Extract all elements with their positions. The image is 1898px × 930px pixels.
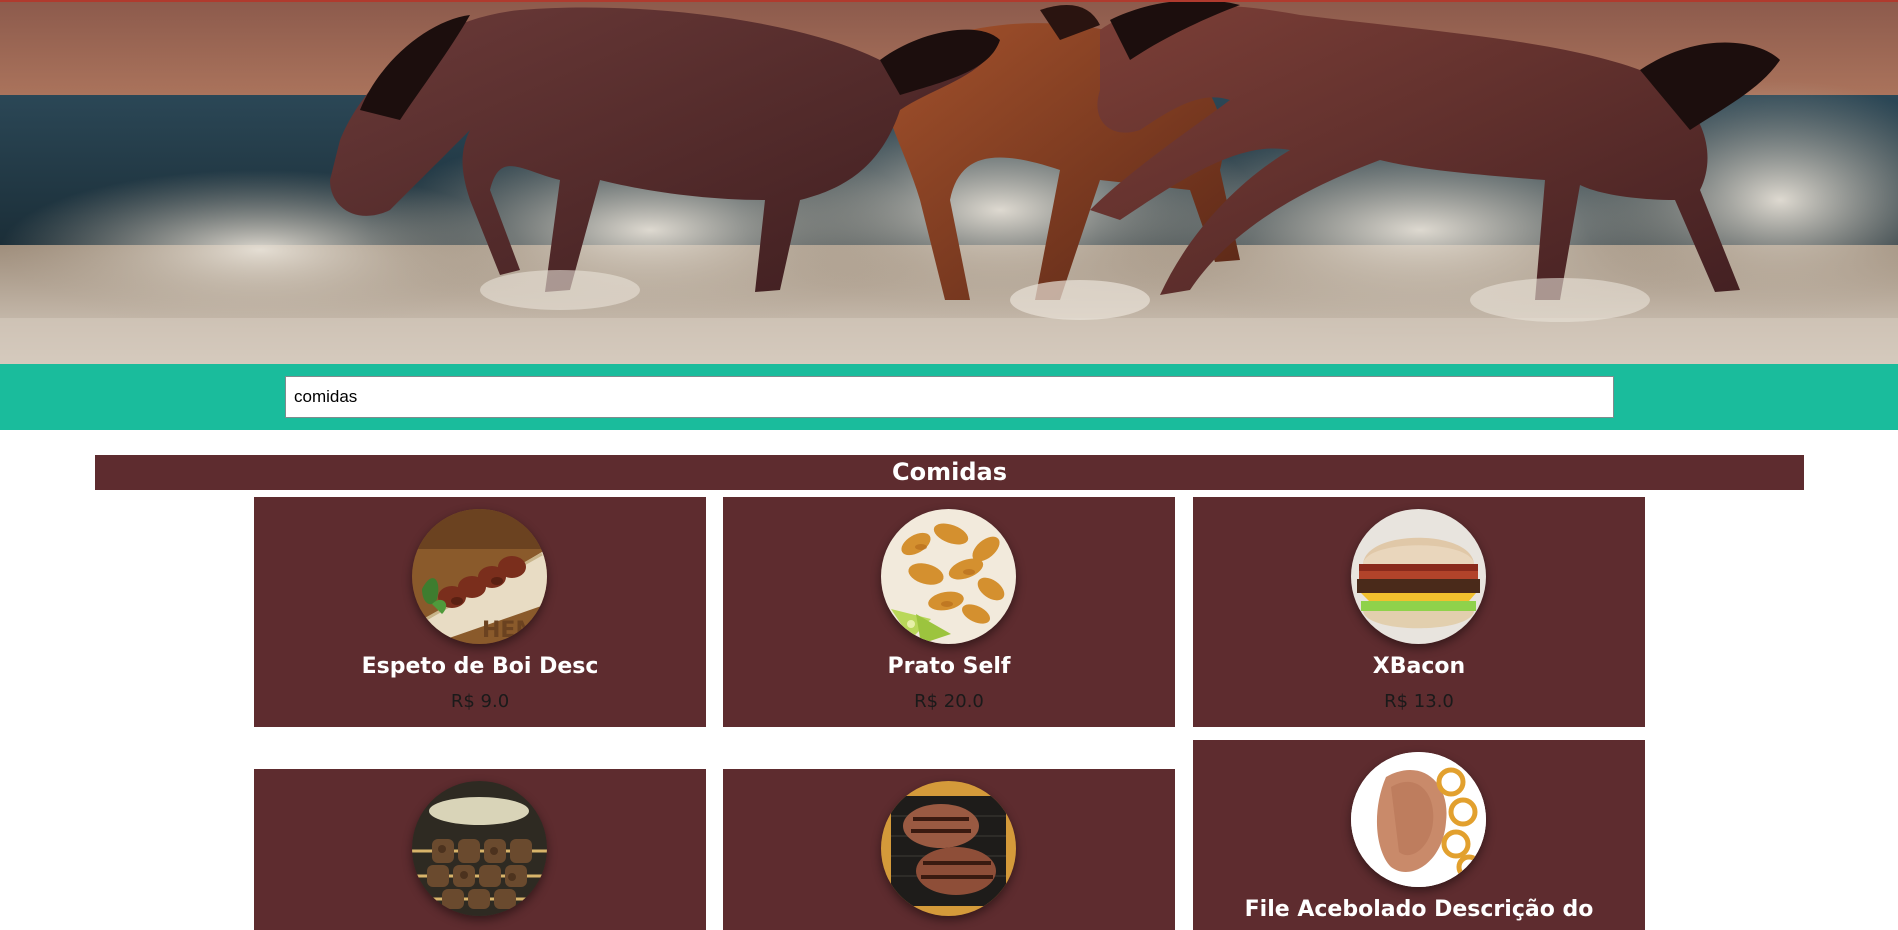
category-header-comidas: Comidas (95, 455, 1804, 490)
product-card-steak[interactable] (723, 769, 1175, 930)
hero-top-border (0, 0, 1898, 2)
product-card-skewers[interactable] (254, 769, 706, 930)
product-name: XBacon (1372, 654, 1466, 679)
search-band (0, 364, 1898, 430)
product-price: R$ 9.0 (450, 691, 510, 712)
product-card-prato-self[interactable]: Prato Self R$ 20.0 (723, 497, 1175, 727)
search-input[interactable] (285, 376, 1614, 418)
steak-photo (881, 781, 1016, 916)
hero-banner (0, 0, 1898, 364)
svg-text:HEM: HEM (482, 618, 537, 643)
bacon-burger-photo (1351, 509, 1486, 644)
steak-with-onions-photo (1351, 752, 1486, 887)
product-card-espeto-de-boi[interactable]: HEM Espeto de Boi Desc R$ 9.0 (254, 497, 706, 727)
horses-running-in-surf-image (0, 0, 1898, 364)
beef-skewer-photo: HEM (412, 509, 547, 644)
product-card-xbacon[interactable]: XBacon R$ 13.0 (1193, 497, 1645, 727)
skewers-photo (412, 781, 547, 916)
fried-fish-photo (881, 509, 1016, 644)
product-name: Prato Self (887, 654, 1011, 679)
product-name: File Acebolado Descrição do (1244, 897, 1594, 922)
product-name: Espeto de Boi Desc (361, 654, 599, 679)
product-price: R$ 13.0 (1384, 691, 1454, 712)
product-price: R$ 20.0 (914, 691, 984, 712)
product-card-file-acebolado[interactable]: File Acebolado Descrição do (1193, 740, 1645, 930)
